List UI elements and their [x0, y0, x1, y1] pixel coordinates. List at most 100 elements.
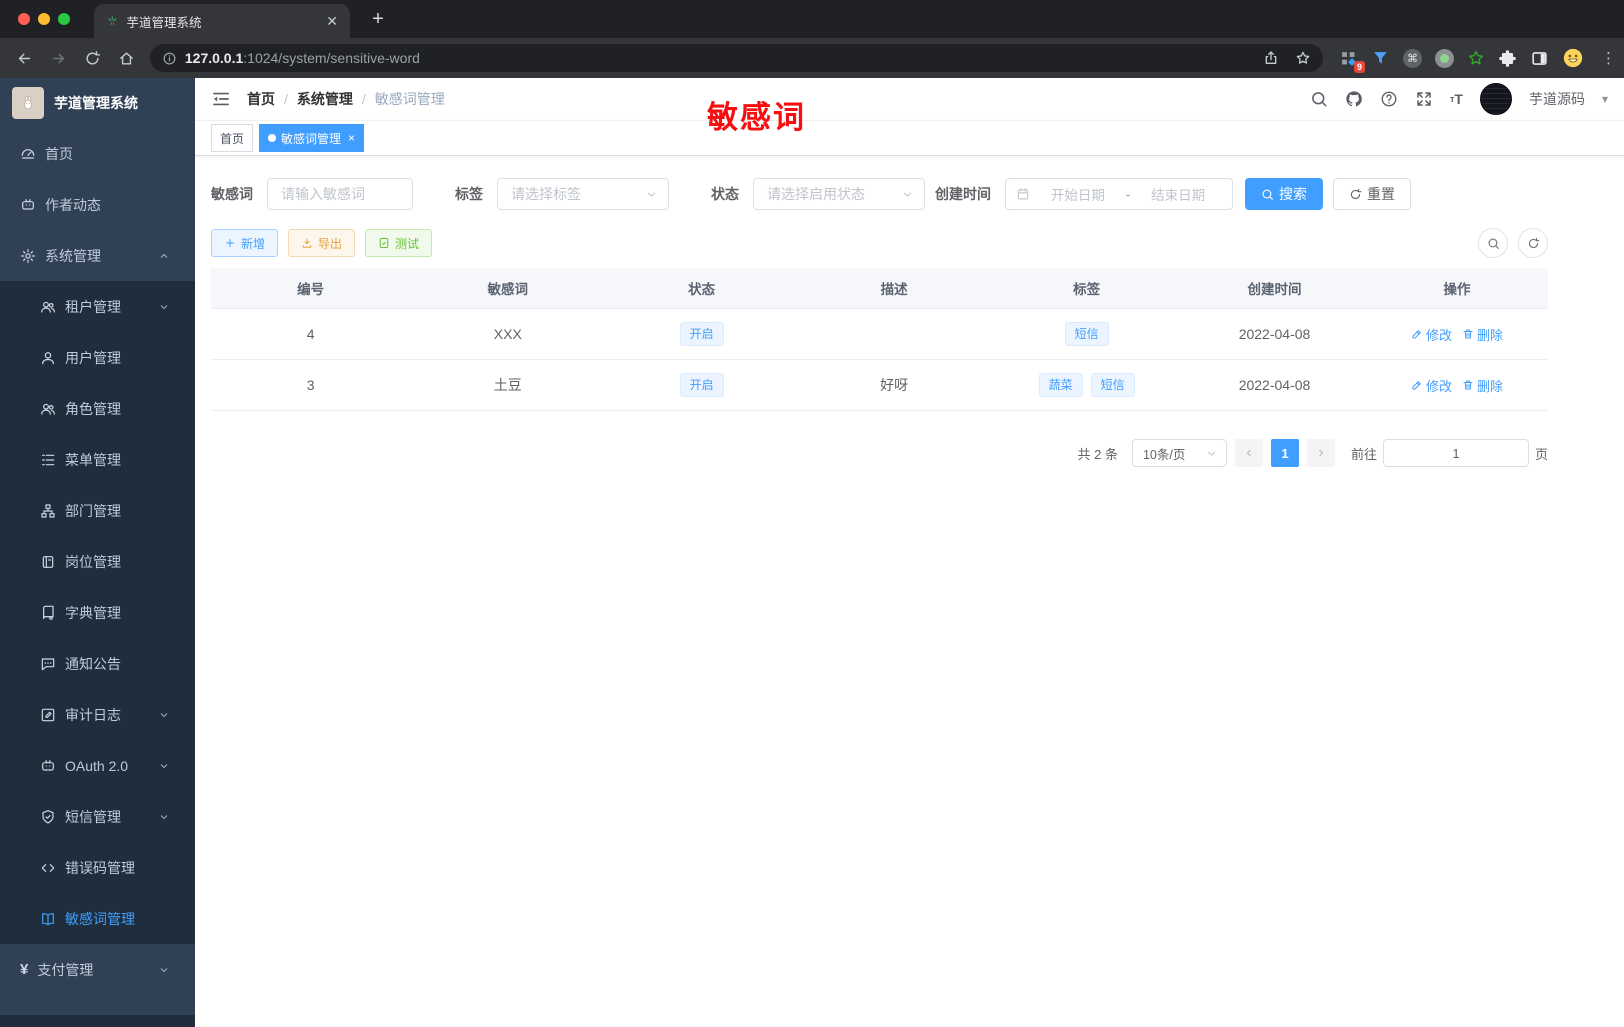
sidebar-menu-item[interactable]: 通知公告	[0, 638, 195, 689]
tags-view-tab[interactable]: 敏感词管理 ×	[259, 124, 365, 152]
main-area: 敏感词 首页 / 系统管理 / 敏感词管理 тT 芋道源码 ▾ 首页 敏感词管理 ×	[195, 78, 1624, 1027]
extensions-puzzle-icon[interactable]	[1498, 49, 1517, 68]
window-zoom-button[interactable]	[58, 13, 70, 25]
home-button[interactable]	[110, 41, 144, 75]
cell-tags: 短信	[990, 308, 1183, 360]
user-name: 芋道源码	[1528, 91, 1585, 107]
cell-tags: 蔬菜 短信	[990, 359, 1183, 411]
sidebar-menu-item[interactable]: 岗位管理	[0, 536, 195, 587]
sidebar-menu-item[interactable]: 部门管理	[0, 485, 195, 536]
date-range-picker[interactable]: 开始日期 - 结束日期	[1005, 178, 1233, 210]
help-icon[interactable]	[1380, 90, 1398, 108]
chevron-down-icon	[158, 811, 170, 823]
delete-button[interactable]: 删除	[1462, 376, 1503, 395]
share-icon[interactable]	[1263, 50, 1279, 66]
search-button[interactable]: 搜索	[1245, 178, 1323, 210]
status-tag[interactable]: 开启	[679, 373, 724, 397]
back-button[interactable]	[8, 41, 42, 75]
status-tag[interactable]: 开启	[679, 322, 724, 346]
address-bar[interactable]: 127.0.0.1:1024/system/sensitive-word	[149, 44, 1323, 72]
gear-icon	[20, 248, 36, 264]
sidebar-menu-item[interactable]: 错误码管理	[0, 842, 195, 893]
profile-avatar-icon[interactable]	[1562, 47, 1584, 69]
org-icon	[40, 503, 56, 519]
sidebar-menu-item[interactable]: OAuth 2.0	[0, 740, 195, 791]
export-button[interactable]: 导出	[288, 229, 356, 257]
tab-close-icon[interactable]: ✕	[326, 13, 338, 30]
status-select[interactable]: 请选择启用状态	[753, 178, 925, 210]
reload-button[interactable]	[76, 41, 110, 75]
sidebar-menu-item[interactable]: 首页	[0, 128, 195, 179]
sidebar-collapse-icon[interactable]	[211, 89, 231, 109]
browser-menu-icon[interactable]: ⋮	[1601, 49, 1616, 67]
chevron-down-icon	[158, 709, 170, 721]
font-size-icon[interactable]: тT	[1450, 92, 1463, 106]
site-info-icon[interactable]	[162, 51, 177, 66]
date-start-placeholder: 开始日期	[1050, 188, 1105, 203]
trash-icon	[1462, 328, 1474, 340]
sidebar-menu-label: 敏感词管理	[65, 910, 135, 927]
tag-select[interactable]: 请选择标签	[497, 178, 669, 210]
refresh-icon	[1349, 188, 1362, 201]
add-button[interactable]: 新增	[211, 229, 279, 257]
table-row: 4 XXX 开启 短信 2022-04-08 修改 删除	[211, 308, 1548, 360]
sidebar-menu-item[interactable]: 短信管理	[0, 791, 195, 842]
new-tab-button[interactable]: +	[364, 5, 392, 33]
users-icon	[40, 401, 56, 417]
sidebar-bottom-strip	[0, 1015, 195, 1027]
sidebar-menu-item[interactable]: 用户管理	[0, 332, 195, 383]
sidebar-menu-item[interactable]: 角色管理	[0, 383, 195, 434]
browser-tab-title: 芋道管理系统	[126, 15, 202, 30]
toggle-search-button[interactable]	[1478, 228, 1508, 258]
cell-word: XXX	[410, 308, 606, 360]
table-column-header: 状态	[605, 268, 798, 309]
prev-page-button[interactable]	[1234, 439, 1263, 467]
user-caret-down-icon[interactable]: ▾	[1602, 92, 1608, 106]
fullscreen-icon[interactable]	[1415, 90, 1433, 108]
tab-close-icon[interactable]: ×	[348, 131, 355, 145]
forward-button[interactable]	[42, 41, 76, 75]
breadcrumb-separator: /	[284, 91, 288, 107]
window-minimize-button[interactable]	[38, 13, 50, 25]
user-avatar[interactable]	[1479, 83, 1512, 115]
document-check-icon	[378, 237, 390, 249]
header-search-icon[interactable]	[1310, 90, 1328, 108]
sidebar-menu-item[interactable]: 系统管理	[0, 230, 195, 281]
sidebar-menu-item[interactable]: 敏感词管理	[0, 893, 195, 944]
page-size-select[interactable]: 10条/页	[1131, 439, 1227, 467]
extension-record-icon[interactable]	[1434, 48, 1454, 68]
tags-view-tab[interactable]: 首页	[211, 124, 254, 152]
breadcrumb-item[interactable]: 系统管理	[297, 89, 353, 109]
cell-created: 2022-04-08	[1182, 308, 1367, 360]
current-page-button[interactable]: 1	[1270, 439, 1299, 467]
sidebar-menu-item[interactable]: ¥ 支付管理	[0, 944, 195, 995]
delete-button[interactable]: 删除	[1462, 325, 1503, 344]
extension-star-icon[interactable]	[1467, 49, 1485, 67]
pagination-total: 共 2 条	[1077, 446, 1118, 462]
sidebar-menu-item[interactable]: 审计日志	[0, 689, 195, 740]
sidebar-menu-item[interactable]: 作者动态	[0, 179, 195, 230]
sidebar-menu-item[interactable]: 菜单管理	[0, 434, 195, 485]
edit-button[interactable]: 修改	[1411, 325, 1452, 344]
next-page-button[interactable]	[1306, 439, 1335, 467]
test-button[interactable]: 测试	[365, 229, 433, 257]
extension-grid-icon[interactable]: 9	[1339, 49, 1365, 73]
breadcrumb-item[interactable]: 首页	[247, 89, 275, 109]
date-end-placeholder: 结束日期	[1151, 188, 1206, 203]
side-panel-icon[interactable]	[1530, 49, 1549, 68]
browser-tab[interactable]: 芋道管理系统 ✕	[94, 4, 350, 38]
sidebar-menu-item[interactable]: 字典管理	[0, 587, 195, 638]
sidebar-menu-item[interactable]: 租户管理	[0, 281, 195, 332]
refresh-table-button[interactable]	[1518, 228, 1548, 258]
reset-button[interactable]: 重置	[1333, 178, 1411, 210]
window-close-button[interactable]	[18, 13, 30, 25]
edit-button[interactable]: 修改	[1411, 376, 1452, 395]
extension-funnel-icon[interactable]	[1371, 49, 1390, 68]
goto-page-input[interactable]	[1382, 439, 1529, 467]
github-icon[interactable]	[1345, 90, 1363, 108]
bookmark-star-icon[interactable]	[1295, 50, 1311, 66]
trash-icon	[1462, 379, 1474, 391]
keyword-input[interactable]	[267, 178, 413, 210]
sidebar-logo-row[interactable]: 芋道管理系统	[0, 78, 195, 128]
extension-command-icon[interactable]: ⌘	[1402, 48, 1422, 68]
